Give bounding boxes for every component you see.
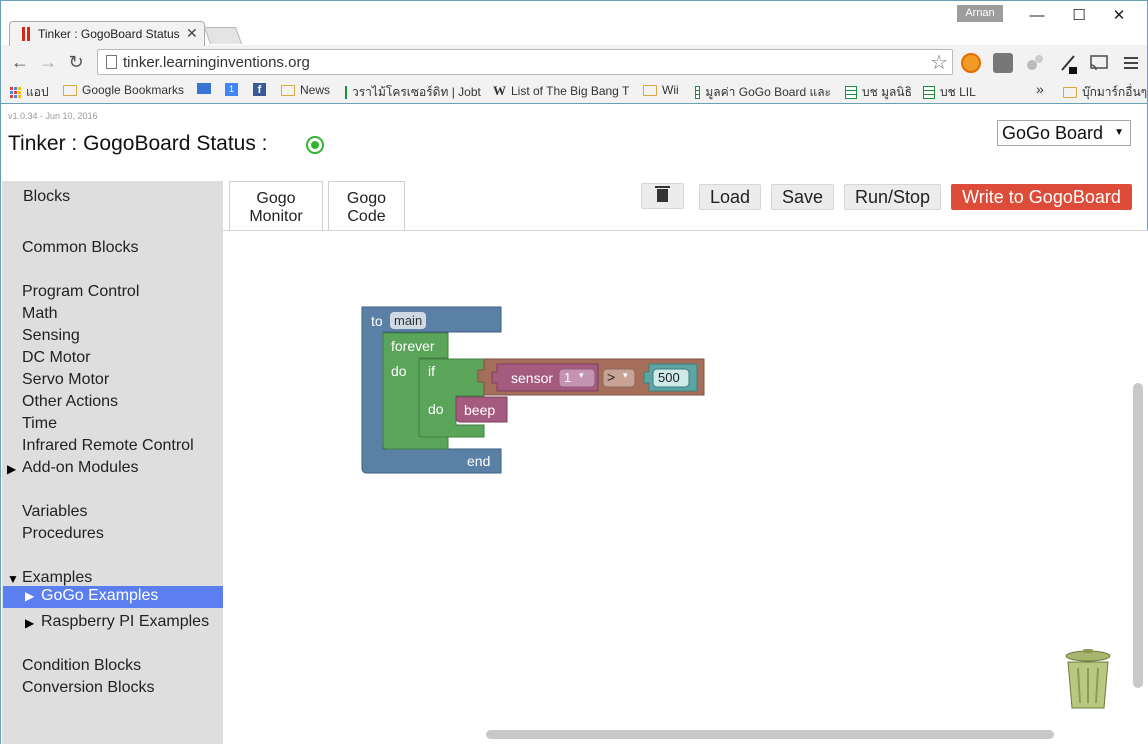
workspace-vertical-scrollbar[interactable] bbox=[1133, 383, 1143, 688]
workspace-trash-icon[interactable] bbox=[1064, 648, 1112, 712]
dropdown-arrow-icon: ▾ bbox=[579, 370, 584, 380]
beep-label: beep bbox=[464, 402, 496, 418]
sensor-label: sensor bbox=[511, 370, 554, 386]
proc-end-label: end bbox=[467, 453, 491, 469]
threshold-value: 500 bbox=[658, 370, 680, 385]
forever-label: forever bbox=[391, 338, 435, 354]
workspace-horizontal-scrollbar[interactable] bbox=[486, 730, 1054, 739]
sensor-port-value: 1 bbox=[564, 370, 572, 385]
dropdown-arrow-icon: ▾ bbox=[623, 370, 628, 380]
operator-value: > bbox=[607, 369, 616, 385]
proc-to-label: to bbox=[371, 313, 383, 329]
if-label: if bbox=[428, 363, 435, 379]
proc-name-field[interactable]: main bbox=[390, 312, 427, 329]
forever-do-label: do bbox=[391, 363, 407, 379]
program-blocks bbox=[361, 306, 705, 474]
if-do-label: do bbox=[428, 401, 444, 417]
